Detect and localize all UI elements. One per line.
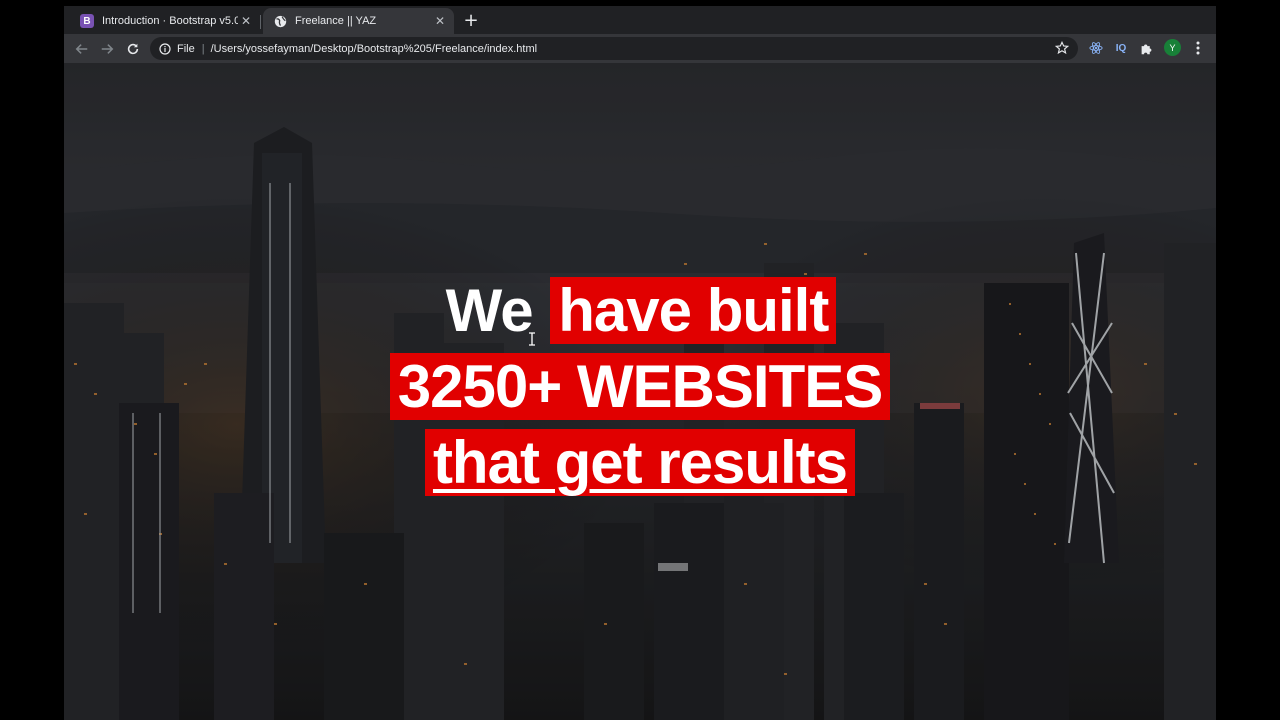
globe-icon xyxy=(273,14,287,28)
iq-extension-icon[interactable]: IQ xyxy=(1113,40,1129,56)
new-tab-button[interactable]: + xyxy=(460,10,482,32)
forward-arrow-icon[interactable] xyxy=(97,39,117,59)
bookmark-star-icon[interactable] xyxy=(1054,40,1070,55)
more-menu-icon[interactable] xyxy=(1190,40,1206,56)
address-divider: | xyxy=(201,42,205,55)
close-icon[interactable]: ✕ xyxy=(432,14,448,28)
text-cursor-icon xyxy=(529,332,535,346)
tab-title: Freelance || YAZ xyxy=(295,15,377,27)
headline-line-2: 3250+ WEBSITES xyxy=(64,349,1216,425)
scheme-label: File xyxy=(177,42,195,55)
profile-avatar[interactable]: Y xyxy=(1164,39,1181,56)
reload-icon[interactable] xyxy=(123,39,143,59)
headline-line-3: that get results xyxy=(64,425,1216,501)
headline-line-1: We have built xyxy=(64,273,1216,349)
hero-headline: We have built 3250+ WEBSITES that get re… xyxy=(64,273,1216,501)
tab-freelance[interactable]: Freelance || YAZ ✕ xyxy=(263,8,454,34)
headline-underlined-text: that get results xyxy=(424,429,856,496)
url-path[interactable]: /Users/yossefayman/Desktop/Bootstrap%205… xyxy=(211,43,538,55)
tab-separator xyxy=(260,15,261,29)
headline-highlight-text: 3250+ WEBSITES xyxy=(389,353,891,420)
address-bar[interactable]: File | /Users/yossefayman/Desktop/Bootst… xyxy=(150,37,1078,60)
info-icon[interactable] xyxy=(159,42,171,55)
page-viewport: We have built 3250+ WEBSITES that get re… xyxy=(64,63,1216,720)
puzzle-icon[interactable] xyxy=(1138,40,1154,56)
tab-strip: B Introduction · Bootstrap v5.0 ✕ Freela… xyxy=(64,6,1216,34)
headline-highlight-text: have built xyxy=(550,277,837,344)
bootstrap-icon: B xyxy=(80,14,94,28)
browser-toolbar: File | /Users/yossefayman/Desktop/Bootst… xyxy=(64,34,1216,63)
react-devtools-icon[interactable] xyxy=(1088,40,1104,56)
tab-title: Introduction · Bootstrap v5.0 xyxy=(102,15,238,27)
headline-plain-text: We xyxy=(445,277,534,344)
back-arrow-icon[interactable] xyxy=(72,39,92,59)
browser-window: B Introduction · Bootstrap v5.0 ✕ Freela… xyxy=(64,6,1216,720)
close-icon[interactable]: ✕ xyxy=(238,14,254,28)
tab-bootstrap-intro[interactable]: B Introduction · Bootstrap v5.0 ✕ xyxy=(70,8,260,34)
